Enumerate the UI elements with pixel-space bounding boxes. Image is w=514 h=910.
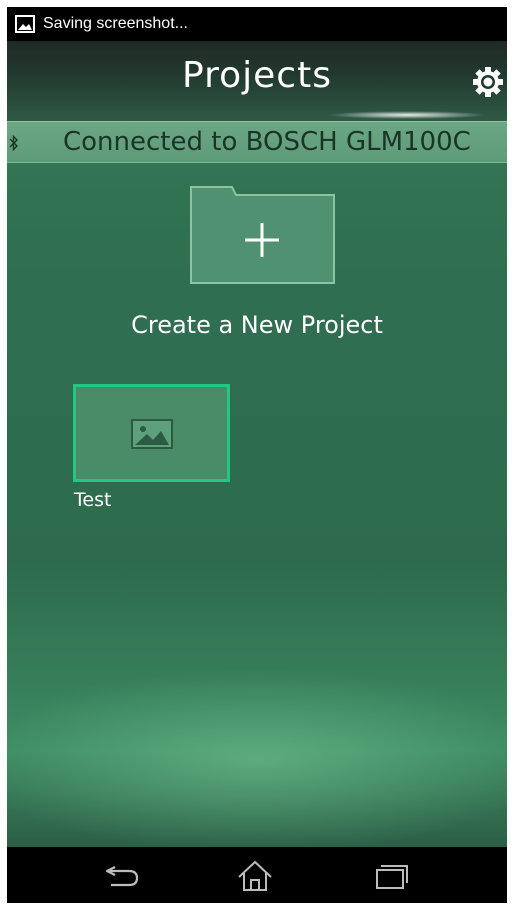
folder-add-icon bbox=[190, 186, 335, 284]
back-icon[interactable] bbox=[101, 859, 145, 893]
home-icon[interactable] bbox=[233, 859, 277, 893]
create-project-label: Create a New Project bbox=[131, 311, 383, 339]
project-tile[interactable] bbox=[73, 384, 230, 482]
title-glow bbox=[327, 111, 487, 119]
project-name: Test bbox=[74, 489, 112, 511]
create-project-button[interactable]: Create a New Project bbox=[107, 185, 407, 355]
gear-icon[interactable] bbox=[471, 65, 505, 99]
status-bar: Saving screenshot... bbox=[7, 7, 507, 41]
recents-icon[interactable] bbox=[369, 859, 413, 893]
status-notification-text: Saving screenshot... bbox=[43, 15, 188, 32]
image-placeholder-icon bbox=[131, 419, 173, 449]
page-title: Projects bbox=[182, 55, 332, 96]
navigation-bar bbox=[7, 847, 507, 903]
connection-banner[interactable]: Connected to BOSCH GLM100C bbox=[7, 121, 507, 163]
connection-status-text: Connected to BOSCH GLM100C bbox=[63, 127, 471, 157]
title-bar: Projects bbox=[7, 41, 507, 121]
phone-screen: Saving screenshot... Projects Connected … bbox=[7, 7, 507, 903]
bluetooth-icon bbox=[9, 134, 18, 152]
image-icon bbox=[15, 15, 35, 33]
projects-screen: Projects Connected to BOSCH GLM100C Crea… bbox=[7, 41, 507, 847]
